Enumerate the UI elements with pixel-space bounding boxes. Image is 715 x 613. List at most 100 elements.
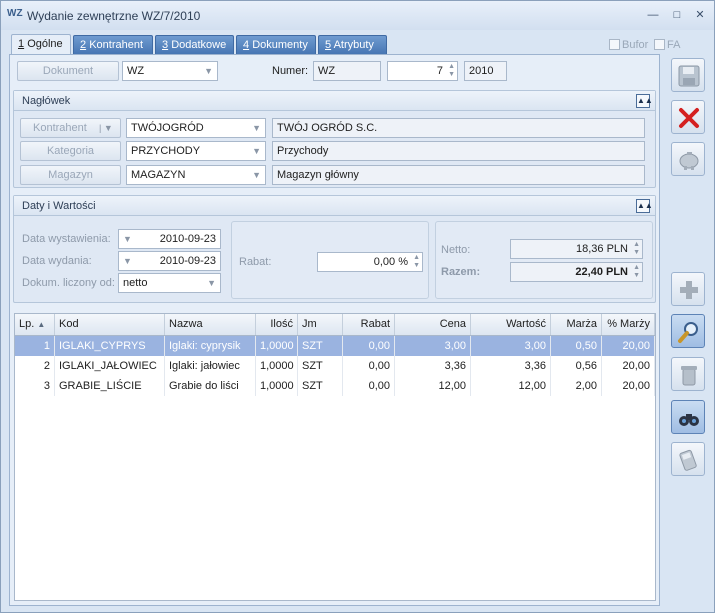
release-date-field[interactable]: ▼ 2010-09-23 <box>118 251 221 271</box>
warehouse-name-field[interactable]: Magazyn główny <box>272 165 645 185</box>
category-button[interactable]: Kategoria <box>20 141 121 161</box>
tab-ogolne[interactable]: 1 Ogólne <box>11 34 71 55</box>
warehouse-code-select[interactable]: MAGAZYN ▼ <box>126 165 266 185</box>
terminal-button[interactable] <box>671 442 705 476</box>
table-cell: 12,00 <box>471 376 551 396</box>
issue-date-label: Data wystawienia: <box>22 233 111 245</box>
table-cell: SZT <box>298 376 343 396</box>
total-label: Razem: <box>441 266 481 278</box>
table-cell: 0,50 <box>551 336 602 356</box>
add-button[interactable] <box>671 272 705 306</box>
table-cell: 0,56 <box>551 356 602 376</box>
col-header-procent-marzy[interactable]: % Marży <box>602 314 655 335</box>
contractor-code-select[interactable]: TWÓJOGRÓD ▼ <box>126 118 266 138</box>
document-button[interactable]: Dokument <box>17 61 119 81</box>
category-name-field[interactable]: Przychody <box>272 141 645 161</box>
window-title: Wydanie zewnętrzne WZ/7/2010 <box>27 9 201 23</box>
calc-from-select[interactable]: netto ▼ <box>118 273 221 293</box>
fa-checkbox[interactable]: FA <box>654 39 680 51</box>
payment-button[interactable] <box>671 142 705 176</box>
items-table: Lp. ▲ Kod Nazwa Ilość Jm Rabat Cena Wart… <box>14 313 656 601</box>
tab-dodatkowe[interactable]: 3 Dodatkowe <box>155 35 234 55</box>
cancel-icon <box>679 108 699 128</box>
number-field[interactable]: 7 ▲ ▼ <box>387 61 458 81</box>
year-field[interactable]: 2010 <box>464 61 507 81</box>
piggy-bank-icon <box>679 152 699 170</box>
col-header-jm[interactable]: Jm <box>298 314 343 335</box>
table-cell: 2,00 <box>551 376 602 396</box>
col-header-ilosc[interactable]: Ilość <box>256 314 298 335</box>
net-label: Netto: <box>441 244 471 256</box>
discount-label: Rabat: <box>239 256 272 268</box>
cancel-button[interactable] <box>671 100 705 134</box>
net-value-field: 18,36 PLN ▲ ▼ <box>510 239 643 259</box>
table-cell: Iglaki: jałowiec <box>165 356 256 376</box>
col-header-marza[interactable]: Marża <box>551 314 602 335</box>
save-button[interactable] <box>671 58 705 92</box>
table-cell: 1,0000 <box>256 336 298 356</box>
table-row[interactable]: 3 GRABIE_LIŚCIE Grabie do liści 1,0000 S… <box>15 376 655 396</box>
title-bar: WZ Wydanie zewnętrzne WZ/7/2010 — □ ✕ <box>1 1 714 30</box>
delete-button[interactable] <box>671 357 705 391</box>
col-header-kod[interactable]: Kod <box>55 314 165 335</box>
category-code-select[interactable]: PRZYCHODY ▼ <box>126 141 266 161</box>
table-cell: 1,0000 <box>256 376 298 396</box>
table-cell: 3,00 <box>395 336 471 356</box>
table-row[interactable]: 1 IGLAKI_CYPRYS Iglaki: cyprysik 1,0000 … <box>15 336 655 356</box>
col-header-wartosc[interactable]: Wartość <box>471 314 551 335</box>
tab-atrybuty[interactable]: 5 Atrybuty <box>318 35 387 55</box>
tab-kontrahent[interactable]: 2 Kontrahent <box>73 35 153 55</box>
close-icon[interactable]: ✕ <box>692 7 708 23</box>
table-cell: Grabie do liści <box>165 376 256 396</box>
discount-box: Rabat: 0,00 % ▲ ▼ <box>231 221 429 299</box>
table-header: Lp. ▲ Kod Nazwa Ilość Jm Rabat Cena Wart… <box>15 314 655 336</box>
document-type-select[interactable]: WZ ▼ <box>122 61 218 81</box>
edit-button[interactable] <box>671 314 705 348</box>
table-cell: SZT <box>298 336 343 356</box>
table-row[interactable]: 2 IGLAKI_JAŁOWIEC Iglaki: jałowiec 1,000… <box>15 356 655 376</box>
table-cell: IGLAKI_JAŁOWIEC <box>55 356 165 376</box>
table-cell: 1 <box>15 336 55 356</box>
number-series-field[interactable]: WZ <box>313 61 381 81</box>
save-icon <box>678 65 700 87</box>
contractor-button[interactable]: Kontrahent | ▼ <box>20 118 121 138</box>
table-cell: 20,00 <box>602 336 655 356</box>
table-cell: Iglaki: cyprysik <box>165 336 256 356</box>
collapse-icon[interactable]: ▲▲ <box>636 94 653 108</box>
table-cell: 0,00 <box>343 376 395 396</box>
sort-asc-icon: ▲ <box>37 320 46 329</box>
table-cell: 0,00 <box>343 356 395 376</box>
edit-magnifier-icon <box>678 322 698 343</box>
table-cell: 1,0000 <box>256 356 298 376</box>
maximize-icon[interactable]: □ <box>669 7 685 23</box>
table-cell: 12,00 <box>395 376 471 396</box>
issue-date-field[interactable]: ▼ 2010-09-23 <box>118 229 221 249</box>
main-panel: Dokument WZ ▼ Numer: WZ 7 ▲ ▼ 2010 Nagłówek… <box>9 54 660 606</box>
app-icon: WZ <box>7 8 23 19</box>
bufor-checkbox[interactable]: Bufor <box>609 39 648 51</box>
calc-from-label: Dokum. liczony od: <box>22 277 115 289</box>
contractor-name-field[interactable]: TWÓJ OGRÓD S.C. <box>272 118 645 138</box>
col-header-cena[interactable]: Cena <box>395 314 471 335</box>
dates-section-title: Daty i Wartości <box>22 200 96 212</box>
table-cell: IGLAKI_CYPRYS <box>55 336 165 356</box>
totals-box: Netto: 18,36 PLN ▲ ▼ Razem: 22,40 PLN ▲ ▼ <box>435 221 653 299</box>
col-header-lp[interactable]: Lp. ▲ <box>15 314 55 335</box>
collapse-icon[interactable]: ▲▲ <box>636 199 653 213</box>
header-section-title: Nagłówek <box>22 95 71 107</box>
dates-values-section: Daty i Wartości ▲▲ Data wystawienia: ▼ 20… <box>13 195 656 303</box>
table-cell: GRABIE_LIŚCIE <box>55 376 165 396</box>
header-section: Nagłówek ▲▲ Kontrahent | ▼ TWÓJOGRÓD ▼ TWÓ… <box>13 90 656 188</box>
tab-dokumenty[interactable]: 4 Dokumenty <box>236 35 316 55</box>
table-cell: 3,00 <box>471 336 551 356</box>
col-header-nazwa[interactable]: Nazwa <box>165 314 256 335</box>
warehouse-button[interactable]: Magazyn <box>20 165 121 185</box>
col-header-rabat[interactable]: Rabat <box>343 314 395 335</box>
total-value-field: 22,40 PLN ▲ ▼ <box>510 262 643 282</box>
discount-field[interactable]: 0,00 % ▲ ▼ <box>317 252 423 272</box>
table-cell: 20,00 <box>602 376 655 396</box>
search-button[interactable] <box>671 400 705 434</box>
table-cell: 2 <box>15 356 55 376</box>
table-cell: 3 <box>15 376 55 396</box>
minimize-icon[interactable]: — <box>645 7 661 23</box>
